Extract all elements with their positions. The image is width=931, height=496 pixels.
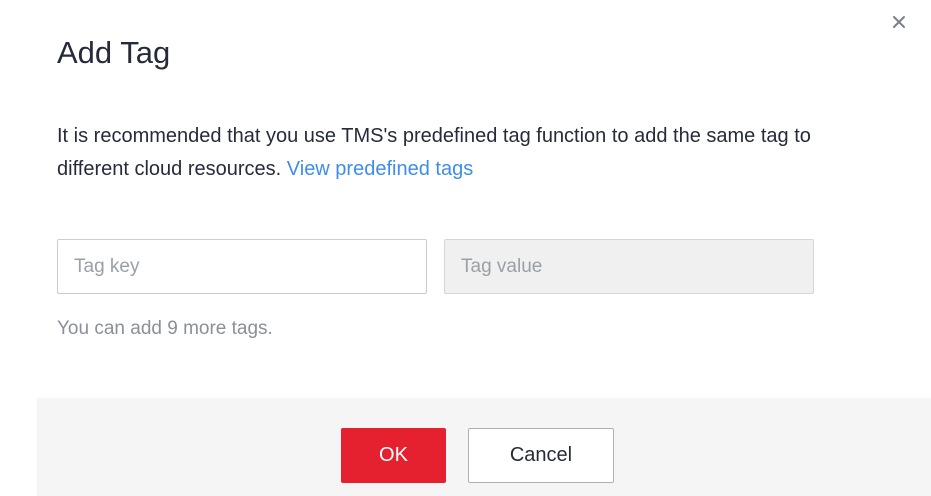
dialog-title: Add Tag bbox=[57, 35, 171, 70]
close-button[interactable] bbox=[887, 10, 911, 34]
remaining-tags-hint: You can add 9 more tags. bbox=[57, 318, 273, 339]
dialog-description: It is recommended that you use TMS's pre… bbox=[57, 120, 877, 186]
cancel-button[interactable]: Cancel bbox=[468, 428, 614, 483]
ok-button[interactable]: OK bbox=[341, 428, 446, 483]
add-tag-dialog: Add Tag It is recommended that you use T… bbox=[0, 0, 931, 496]
tag-key-input[interactable] bbox=[57, 239, 427, 294]
tag-value-input[interactable] bbox=[444, 239, 814, 294]
close-icon bbox=[892, 15, 906, 29]
view-predefined-tags-link[interactable]: View predefined tags bbox=[287, 158, 473, 180]
dialog-footer: OK Cancel bbox=[37, 398, 931, 496]
